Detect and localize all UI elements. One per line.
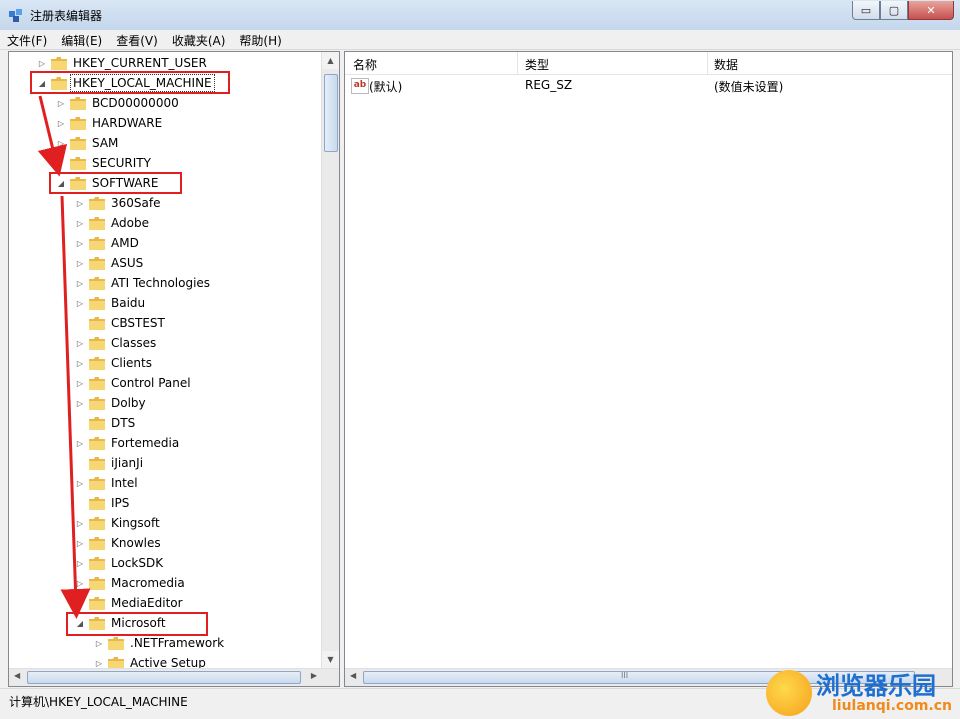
- annotation-arrows: [37, 95, 91, 619]
- arrow-to-software: [37, 95, 68, 177]
- watermark-logo-icon: [765, 670, 812, 716]
- watermark-title: 浏览器乐园: [815, 671, 936, 700]
- arrow-to-microsoft: [60, 195, 91, 619]
- watermark: 浏览器乐园 liulanqi.com.cn: [765, 670, 952, 716]
- watermark-subtitle: liulanqi.com.cn: [831, 698, 952, 714]
